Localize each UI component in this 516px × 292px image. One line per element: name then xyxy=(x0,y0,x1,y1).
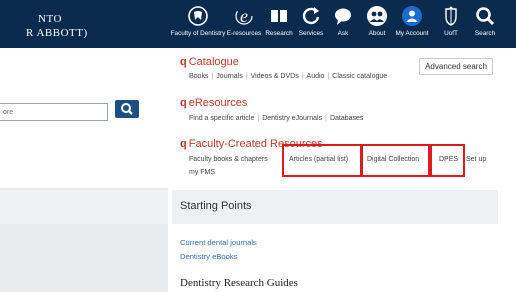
search-button[interactable] xyxy=(115,100,139,118)
screenshot-frame: NTO R ABBOTT) Faculty of Dentistry e E-r… xyxy=(0,0,516,292)
highlight-box-articles xyxy=(282,144,362,177)
tooth-crest-icon xyxy=(188,6,208,26)
nav-label: Ask xyxy=(337,30,349,37)
starting-points-title: Starting Points xyxy=(180,200,252,212)
link-dentistry-ejournals[interactable]: Dentistry eJournals xyxy=(262,115,322,122)
nav-label: About xyxy=(368,30,386,37)
nav-search[interactable]: Search xyxy=(472,5,498,45)
search-q-icon: q xyxy=(180,138,187,150)
link-classic-catalogue[interactable]: Classic catalogue xyxy=(332,73,387,80)
search-q-icon: q xyxy=(180,97,187,109)
link-databases[interactable]: Databases xyxy=(330,115,363,122)
highlight-box-dpes xyxy=(430,144,465,177)
link-current-dental-journals[interactable]: Current dental journals xyxy=(180,238,257,247)
chat-bubble-icon xyxy=(335,8,351,25)
nav-label: Search xyxy=(474,30,496,37)
catalogue-heading[interactable]: q Catalogue xyxy=(180,56,239,68)
link-dentistry-ebooks[interactable]: Dentistry eBooks xyxy=(180,252,237,261)
user-icon xyxy=(402,6,422,26)
right-margin xyxy=(498,48,516,292)
eresources-heading[interactable]: q eResources xyxy=(180,97,247,109)
nav-about[interactable]: About xyxy=(364,5,390,45)
crest-icon xyxy=(445,6,457,26)
search-q-icon: q xyxy=(180,56,187,68)
research-guides-heading: Dentistry Research Guides xyxy=(180,277,298,289)
link-books[interactable]: Books xyxy=(189,73,208,80)
nav-label: UofT xyxy=(444,30,458,37)
advanced-search-button[interactable]: Advanced search xyxy=(419,58,493,75)
link-set-up[interactable]: Set up xyxy=(466,156,486,163)
eresources-links: Find a specific article | Dentistry eJourn… xyxy=(189,115,364,122)
nav-my-account[interactable]: My Account xyxy=(394,5,430,45)
nav-services[interactable]: Services xyxy=(296,5,326,45)
link-my-fms[interactable]: my FMS xyxy=(189,169,215,176)
catalogue-heading-label: Catalogue xyxy=(188,56,239,68)
e-resources-icon: e xyxy=(235,6,253,26)
nav-label: Faculty of Dentistry xyxy=(170,30,226,37)
search-input[interactable] xyxy=(0,103,108,121)
nav-label: Services xyxy=(298,30,324,37)
nav-uoft[interactable]: UofT xyxy=(440,5,462,45)
nav-faculty-of-dentistry[interactable]: Faculty of Dentistry xyxy=(170,5,226,45)
link-find-article[interactable]: Find a specific article xyxy=(189,115,254,122)
search-icon xyxy=(121,103,133,115)
search-icon xyxy=(476,7,495,26)
link-videos-dvds[interactable]: Videos & DVDs xyxy=(251,73,299,80)
link-journals[interactable]: Journals xyxy=(216,73,242,80)
nav-label: E-resources xyxy=(226,30,262,37)
refresh-icon xyxy=(302,7,320,25)
link-audio[interactable]: Audio xyxy=(307,73,325,80)
link-faculty-books[interactable]: Faculty books & chapters xyxy=(189,156,268,163)
nav-ask[interactable]: Ask xyxy=(332,5,354,45)
nav-label: Research xyxy=(265,30,293,37)
catalogue-links: Books | Journals | Videos & DVDs | Audio | Class… xyxy=(189,73,388,80)
book-icon xyxy=(271,10,287,22)
library-title-line2[interactable]: R ABBOTT) xyxy=(26,27,88,39)
library-header: NTO R ABBOTT) Faculty of Dentistry e E-r… xyxy=(0,0,516,48)
highlight-box-digital-collection xyxy=(361,144,430,177)
people-icon xyxy=(367,6,387,26)
nav-research[interactable]: Research xyxy=(264,5,294,45)
eresources-heading-label: eResources xyxy=(188,97,248,109)
left-band xyxy=(0,190,168,224)
nav-e-resources[interactable]: e E-resources xyxy=(224,5,264,45)
nav-label: My Account xyxy=(395,30,429,37)
library-title-line1[interactable]: NTO xyxy=(38,13,62,25)
